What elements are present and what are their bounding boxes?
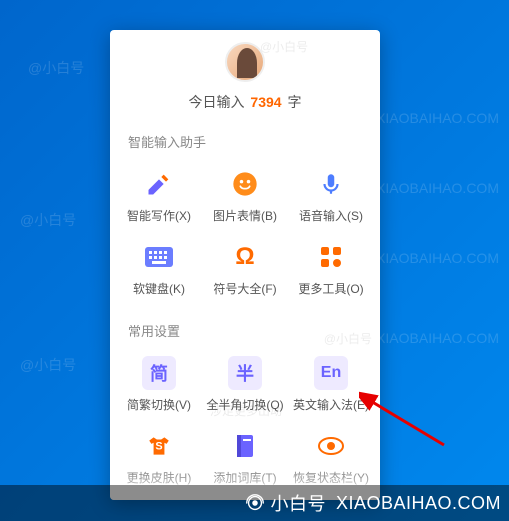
today-suffix: 字 [287, 94, 301, 110]
footer-watermark-bar: 小白号 XIAOBAIHAO.COM [0, 485, 509, 521]
user-avatar[interactable] [225, 42, 265, 82]
simplified-traditional-toggle[interactable]: 简 简繁切换(V) [116, 350, 202, 423]
more-tools-button[interactable]: 更多工具(O) [288, 234, 374, 307]
section-assistant-title: 智能输入助手 [110, 126, 380, 161]
voice-input-button[interactable]: 语音输入(S) [288, 161, 374, 234]
brand-site: XIAOBAIHAO.COM [336, 493, 501, 514]
item-label: 英文输入法(E) [293, 396, 369, 413]
pen-icon [142, 167, 176, 201]
book-icon [228, 429, 262, 463]
item-label: 符号大全(F) [213, 280, 276, 297]
jian-icon: 简 [142, 356, 176, 390]
bg-watermark: @小白号 [28, 58, 84, 78]
eye-icon [314, 429, 348, 463]
bg-watermark: XIAOBAIHAO.COM [376, 180, 499, 196]
item-label: 语音输入(S) [299, 207, 363, 224]
today-input-stats: 今日输入 7394 字 [110, 92, 380, 112]
bg-watermark: @小白号 [20, 210, 76, 230]
today-count: 7394 [250, 94, 281, 110]
panel-watermark: 涉足更多出动 [210, 402, 282, 419]
item-label: 更多工具(O) [298, 280, 363, 297]
bg-watermark: XIAOBAIHAO.COM [376, 110, 499, 126]
item-label: 简繁切换(V) [127, 396, 191, 413]
image-emoji-button[interactable]: 图片表情(B) [202, 161, 288, 234]
symbols-button[interactable]: Ω 符号大全(F) [202, 234, 288, 307]
smart-writing-button[interactable]: 智能写作(X) [116, 161, 202, 234]
bg-watermark: XIAOBAIHAO.COM [376, 250, 499, 266]
bg-watermark: XIAOBAIHAO.COM [376, 330, 499, 346]
panel-watermark: @小白号 [324, 330, 372, 347]
assistant-grid: 智能写作(X) 图片表情(B) 语音输入(S) 软键盘(K) Ω 符号大全(F) [110, 161, 380, 315]
en-icon: En [314, 356, 348, 390]
today-prefix: 今日输入 [189, 94, 245, 110]
item-label: 软键盘(K) [133, 280, 185, 297]
ban-icon: 半 [228, 356, 262, 390]
panel-watermark: @小白号 [260, 38, 308, 55]
ime-settings-panel: @小白号 @小白号 涉足更多出动 今日输入 7394 字 智能输入助手 智能写作… [110, 30, 380, 500]
item-label: 图片表情(B) [213, 207, 277, 224]
svg-text:S: S [155, 440, 162, 452]
soft-keyboard-button[interactable]: 软键盘(K) [116, 234, 202, 307]
grid-icon [314, 240, 348, 274]
omega-icon: Ω [228, 240, 262, 274]
mic-icon [314, 167, 348, 201]
shirt-icon: S [142, 429, 176, 463]
item-label: 智能写作(X) [127, 207, 191, 224]
smile-icon [228, 167, 262, 201]
brand-text: 小白号 [270, 490, 326, 516]
keyboard-icon [142, 240, 176, 274]
brand-logo: 小白号 [244, 490, 326, 516]
avatar-wrap [110, 30, 380, 82]
bg-watermark: @小白号 [20, 355, 76, 375]
english-ime-button[interactable]: En 英文输入法(E) [288, 350, 374, 423]
